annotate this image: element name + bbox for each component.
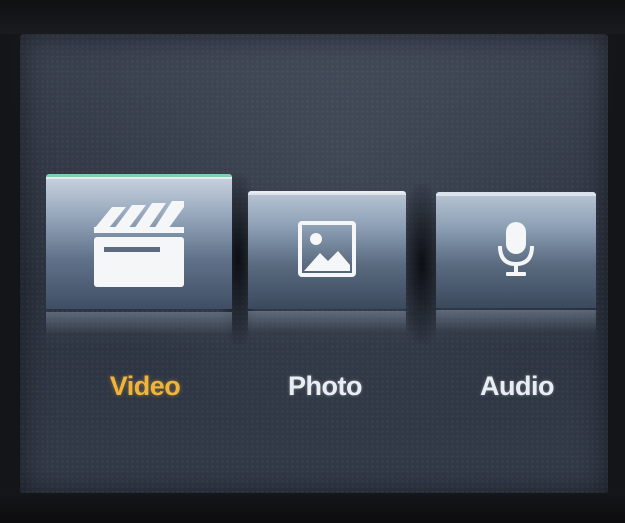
audio-tile-reflection (436, 310, 596, 346)
photo-label: Photo (288, 371, 362, 401)
menu-item-video[interactable] (46, 174, 232, 349)
clapperboard-icon (94, 201, 184, 287)
video-label: Video (109, 371, 181, 401)
bottom-bezel (0, 493, 625, 523)
camera-device: Video Photo Audio (0, 0, 625, 523)
video-tile-reflection (46, 312, 232, 349)
lcd-screen: Video Photo Audio (20, 34, 608, 494)
photo-tile-reflection (248, 311, 406, 346)
picture-icon (298, 221, 356, 277)
top-bezel (0, 0, 625, 34)
audio-label: Audio (480, 371, 554, 401)
menu-item-photo[interactable] (248, 191, 406, 346)
microphone-icon (498, 222, 534, 276)
menu-item-audio[interactable] (436, 192, 596, 346)
